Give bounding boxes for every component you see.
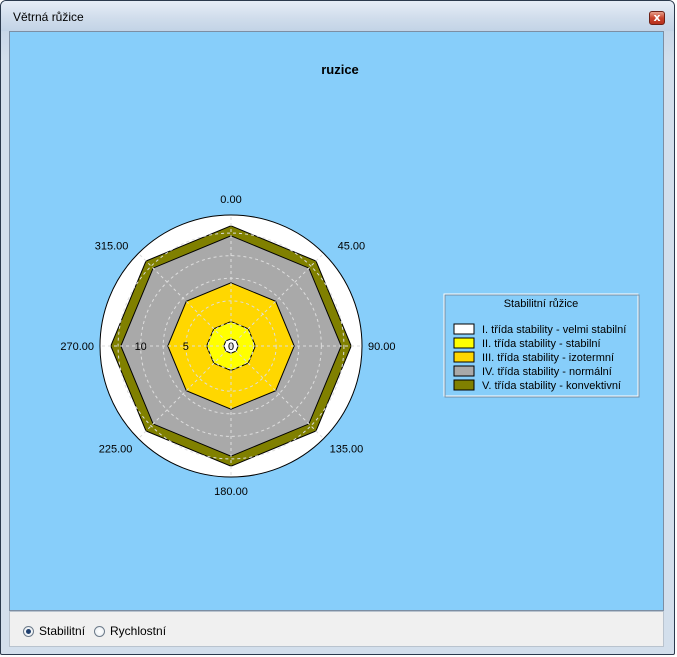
radio-label: Rychlostní xyxy=(110,624,167,638)
wind-rose-chart: ruzice 0.00 45.00 90.00 135.00 180.00 225.00 27… xyxy=(60,62,640,498)
title-bar[interactable]: Větrná růžice x xyxy=(1,1,674,31)
angle-label: 0.00 xyxy=(220,194,241,206)
radial-tick-label: 0 xyxy=(228,341,234,353)
app-window: Větrná růžice x ruzice 0.00 45.00 90.00 135.… xyxy=(0,0,675,655)
legend-item-label: V. třída stability - konvektivní xyxy=(482,380,621,392)
legend-swatch xyxy=(453,379,475,391)
window-title: Větrná růžice xyxy=(13,10,84,24)
angle-label: 225.00 xyxy=(99,444,133,456)
legend-swatch xyxy=(453,365,475,377)
close-button[interactable]: x xyxy=(649,11,665,25)
legend-title: Stabilitní růžice xyxy=(504,298,579,310)
angle-label: 90.00 xyxy=(368,341,396,353)
angle-label: 135.00 xyxy=(330,444,364,456)
chart-panel: ruzice 0.00 45.00 90.00 135.00 180.00 225.00 27… xyxy=(9,31,664,611)
radio-button-icon[interactable] xyxy=(94,625,105,637)
mode-selector-bar: Stabilitní Rychlostní xyxy=(9,611,664,647)
legend-swatch xyxy=(453,337,475,349)
legend-item-label: III. třída stability - izotermní xyxy=(482,352,614,364)
chart-title: ruzice xyxy=(321,62,359,77)
radial-tick-label: 10 xyxy=(135,341,147,353)
legend-swatch xyxy=(453,323,475,335)
radio-option-rychlostni[interactable]: Rychlostní xyxy=(94,624,166,638)
angle-label: 45.00 xyxy=(338,240,366,252)
legend-item-label: IV. třída stability - normální xyxy=(482,366,612,378)
radial-tick-label: 5 xyxy=(183,341,189,353)
legend-item-label: II. třída stability - stabilní xyxy=(482,338,601,350)
angle-label: 315.00 xyxy=(95,240,129,252)
legend-swatch xyxy=(453,351,475,363)
radio-option-stabilitni[interactable]: Stabilitní xyxy=(23,624,85,638)
legend-item-label: I. třída stability - velmi stabilní xyxy=(482,324,626,336)
radio-label: Stabilitní xyxy=(39,624,86,638)
angle-label: 180.00 xyxy=(214,486,248,498)
radio-button-icon[interactable] xyxy=(23,625,34,637)
angle-label: 270.00 xyxy=(60,341,94,353)
